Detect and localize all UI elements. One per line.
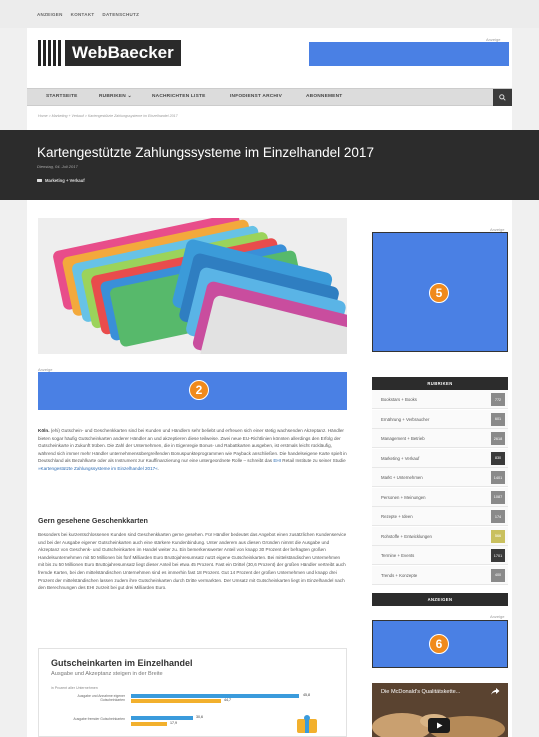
credit-cards-illustration (38, 218, 347, 354)
infographic-title: Gutscheinkarten im Einzelhandel (51, 658, 193, 668)
infographic-row-label-2: Ausgabe fremder Gutscheinkarten (73, 717, 125, 721)
rubrik-item[interactable]: Rezepte + Ideen 174 (372, 507, 508, 526)
rubrik-item[interactable]: Bookstars + Books 772 (372, 390, 508, 409)
top-link-kontakt[interactable]: KONTAKT (71, 12, 95, 17)
infographic-bar-2b (131, 722, 167, 726)
folder-icon (37, 178, 42, 183)
rubriken-header: RUBRIKEN (372, 377, 508, 390)
article-header: Kartengestützte Zahlungssysteme im Einze… (0, 130, 539, 200)
rubrik-item[interactable]: Markt + Unternehmen 1401 (372, 468, 508, 487)
site-logo[interactable]: WebBaecker (38, 40, 181, 66)
infographic-subtitle: Ausgabe und Akzeptanz steigen in der Bre… (51, 671, 163, 677)
rubrik-label: Personen + Meinungen (381, 494, 426, 500)
nav-abonnement[interactable]: ABONNEMENT (306, 94, 342, 99)
rubrik-count-badge: 1701 (491, 549, 505, 562)
rubrik-item[interactable]: Rohstoffe + Entwicklungen 566 (372, 526, 508, 546)
rubrik-item[interactable]: Management + Betrieb 2618 (372, 429, 508, 448)
rubrik-label: Rohstoffe + Entwicklungen (381, 533, 432, 539)
rubrik-label: Bookstars + Books (381, 397, 417, 402)
rubrik-count-badge: 830 (491, 451, 505, 465)
sidebar-ad-label-bottom: Anzeige (490, 614, 505, 619)
top-link-anzeigen[interactable]: ANZEIGEN (37, 12, 63, 17)
lead-city: Köln. (38, 428, 50, 433)
ad-number-badge: 6 (429, 634, 449, 654)
ad-number-badge: 2 (189, 380, 209, 400)
study-link[interactable]: »Kartengestützte Zahlungssysteme im Einz… (38, 466, 158, 471)
page-title: Kartengestützte Zahlungssysteme im Einze… (37, 145, 374, 160)
rubrik-item[interactable]: Marketing + Verkauf 830 (372, 448, 508, 468)
infographic-value-1a: 45,8 (303, 693, 310, 697)
rubrik-count-badge: 1087 (491, 490, 505, 504)
top-utility-bar: ANZEIGEN KONTAKT DATENSCHUTZ (0, 0, 539, 28)
breadcrumb[interactable]: Home > Marketing + Verkauf > Kartengestü… (38, 114, 178, 118)
article-category[interactable]: Marketing + Verkauf (37, 178, 85, 183)
lead-text-2: Retail Institute zu seiner Studie (281, 458, 346, 464)
nav-startseite[interactable]: STARTSEITE (46, 94, 78, 99)
article-ad-banner[interactable]: 2 (38, 372, 347, 410)
rubrik-item[interactable]: Personen + Meinungen 1087 (372, 487, 508, 507)
article-date: Dienstag, 04. Juli 2017 (37, 164, 78, 169)
rubrik-count-badge: 566 (491, 529, 505, 543)
main-navigation: STARTSEITE RUBRIKEN ⌄ NACHRICHTEN LISTE … (27, 88, 512, 106)
logo-wordmark: WebBaecker (65, 40, 181, 66)
video-embed[interactable]: Die McDonald's Qualitätskette... (372, 683, 508, 737)
rubrik-item[interactable]: Trends + Konzepte 400 (372, 565, 508, 585)
rubrik-count-badge: 2618 (491, 432, 505, 445)
infographic-value-2a: 30,6 (196, 715, 203, 719)
rubrik-count-badge: 400 (491, 568, 505, 582)
nav-rubriken[interactable]: RUBRIKEN ⌄ (99, 94, 132, 99)
rubrik-item[interactable]: Termine + Events 1701 (372, 546, 508, 565)
video-play-button[interactable] (428, 718, 450, 733)
infographic-value-1b: 44,7 (224, 698, 231, 702)
logo-bars-icon (38, 40, 61, 66)
infographic-unit: in Prozent aller Unternehmen (51, 686, 98, 690)
rubrik-count-badge: 601 (491, 412, 505, 426)
article-lead: Köln. (ehi) Gutschein- und Geschenkkarte… (38, 427, 347, 473)
rubrik-count-badge: 772 (491, 393, 505, 406)
play-icon (436, 722, 442, 729)
rubrik-label: Markt + Unternehmen (381, 475, 423, 480)
infographic-bar-1b (131, 699, 221, 703)
rubrik-label: Termine + Events (381, 553, 415, 558)
rubrik-label: Ernährung + Verbraucher (381, 416, 430, 422)
sidebar-ad-bottom[interactable]: 6 (372, 620, 508, 668)
infographic-bar-2a (131, 716, 193, 720)
rubrik-item[interactable]: Ernährung + Verbraucher 601 (372, 409, 508, 429)
page-container: WebBaecker Anzeige STARTSEITE RUBRIKEN ⌄… (0, 28, 539, 737)
anzeigen-header: ANZEIGEN (372, 593, 508, 606)
infographic: Gutscheinkarten im Einzelhandel Ausgabe … (38, 648, 347, 737)
ad-number-badge: 5 (429, 283, 449, 303)
article-subheading: Gern gesehene Geschenkkarten (38, 516, 148, 525)
infographic-bar-1a (131, 694, 299, 698)
rubrik-label: Trends + Konzepte (381, 572, 418, 578)
rubrik-label: Management + Betrieb (381, 436, 425, 441)
rubrik-label: Marketing + Verkauf (381, 455, 420, 461)
nav-search-button[interactable] (493, 89, 512, 106)
sidebar-ad-top[interactable]: 5 (372, 232, 508, 352)
video-title: Die McDonald's Qualitätskette... (381, 689, 461, 695)
lead-end: . (157, 465, 160, 471)
article-category-label: Marketing + Verkauf (45, 178, 85, 183)
infographic-row-label-1: Ausgabe und Annahme eigener Gutscheinkar… (77, 694, 125, 703)
rubrik-count-badge: 1401 (491, 471, 505, 484)
share-icon[interactable] (490, 687, 500, 696)
article-image (38, 218, 347, 354)
header-ad-banner[interactable] (309, 42, 509, 66)
search-icon (499, 94, 506, 101)
rubrik-count-badge: 174 (491, 510, 505, 523)
top-link-datenschutz[interactable]: DATENSCHUTZ (102, 12, 139, 17)
nav-infodienst-archiv[interactable]: INFODIENST ARCHIV (230, 94, 282, 99)
top-links: ANZEIGEN KONTAKT DATENSCHUTZ (37, 12, 139, 17)
gift-card-icon (297, 715, 317, 733)
infographic-value-2b: 17,9 (170, 721, 177, 725)
ehi-link[interactable]: EHI (273, 458, 281, 463)
article-body: Besonders bei kurzentschlossenen Kunden … (38, 532, 347, 591)
rubrik-label: Rezepte + Ideen (381, 514, 413, 519)
nav-nachrichten-liste[interactable]: NACHRICHTEN LISTE (152, 94, 206, 99)
